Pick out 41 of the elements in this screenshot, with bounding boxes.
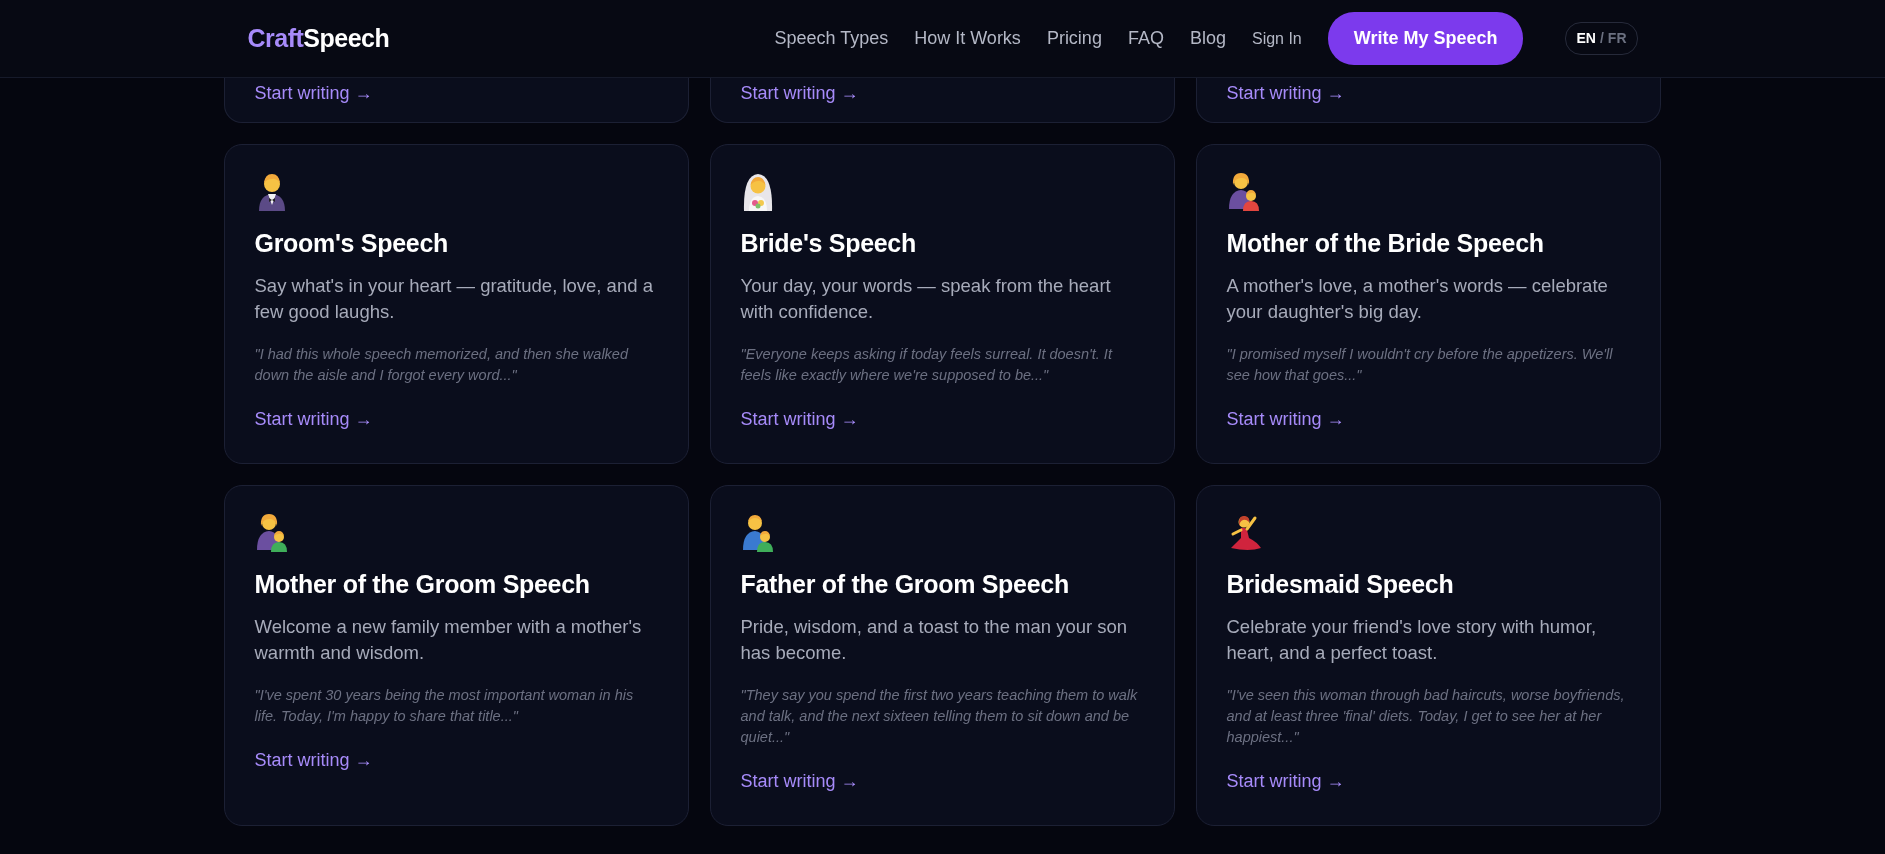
father-child-icon — [740, 512, 775, 553]
card-title: Father of the Groom Speech — [740, 569, 1070, 601]
start-writing-link[interactable]: Start writing → — [740, 768, 859, 796]
nav-link[interactable]: How It Works — [914, 25, 1021, 52]
language-option[interactable]: EN — [1576, 28, 1596, 49]
card-title: Bridesmaid Speech — [1226, 569, 1455, 601]
start-writing-link[interactable]: Start writing → — [1226, 83, 1345, 103]
sign-in-link[interactable]: Sign In — [1251, 26, 1302, 51]
start-writing-link[interactable]: Start writing → — [1226, 406, 1345, 434]
logo[interactable]: CraftSpeech — [247, 19, 390, 58]
mother-child-icon — [254, 512, 289, 553]
card-description: A mother's love, a mother's words — celebrate your daughter's big day. — [1226, 273, 1609, 325]
nav-link[interactable]: FAQ — [1127, 25, 1164, 52]
start-writing-link[interactable]: Start writing → — [254, 747, 373, 775]
nav-link[interactable]: Blog — [1189, 25, 1226, 52]
start-writing-link[interactable]: Start writing → — [254, 83, 373, 103]
card-title: Mother of the Bride Speech — [1226, 228, 1545, 259]
start-writing-link[interactable]: Start writing → — [254, 406, 373, 434]
nav-link[interactable]: Speech Types — [774, 25, 889, 52]
card-description: Welcome a new family member with a mother's warmth and wisdom. — [254, 614, 643, 666]
card-description: Celebrate your friend's love story with humor, heart, and a perfect toast. — [1226, 614, 1598, 666]
card-quote: "I've spent 30 years being the most important woman in his life. Today, I'm happy to share that title..." — [254, 686, 635, 727]
start-writing-link[interactable]: Start writing → — [740, 83, 859, 103]
card-description: Your day, your words — speak from the heart with confidence. — [740, 273, 1112, 325]
nav-link[interactable]: Pricing — [1046, 25, 1102, 52]
card-title: Groom's Speech — [254, 228, 449, 259]
card-description: Pride, wisdom, and a toast to the man your son has become. — [740, 614, 1129, 666]
card-title: Bride's Speech — [740, 228, 917, 259]
write-speech-button[interactable]: Write My Speech — [1327, 12, 1524, 65]
card-description: Say what's in your heart — gratitude, love, and a few good laughs. — [254, 273, 654, 325]
language-option[interactable]: FR — [1607, 28, 1627, 49]
separator: / — [1599, 29, 1604, 48]
card-quote: "Everyone keeps asking if today feels surreal. It doesn't. It feels like exactly where we're supposed to be..." — [740, 345, 1114, 386]
card-quote: "I had this whole speech memorized, and then she walked down the aisle and I forgot every word..." — [254, 345, 630, 386]
card-quote: "I promised myself I wouldn't cry before the appetizers. We'll see how that goes..." — [1226, 345, 1614, 386]
start-writing-link[interactable]: Start writing → — [740, 406, 859, 434]
card-quote: "They say you spend the first two years teaching them to walk and talk, and the next sixteen telling them to sit down and be quiet..." — [740, 686, 1139, 748]
mother-child-icon — [1226, 171, 1261, 211]
card-quote: "I've seen this woman through bad haircuts, worse boyfriends, and at least three 'final' diets. Today, I get to see her at her happiest..." — [1226, 686, 1626, 748]
start-writing-link[interactable]: Start writing → — [1226, 768, 1345, 796]
card-title: Mother of the Groom Speech — [254, 569, 591, 601]
